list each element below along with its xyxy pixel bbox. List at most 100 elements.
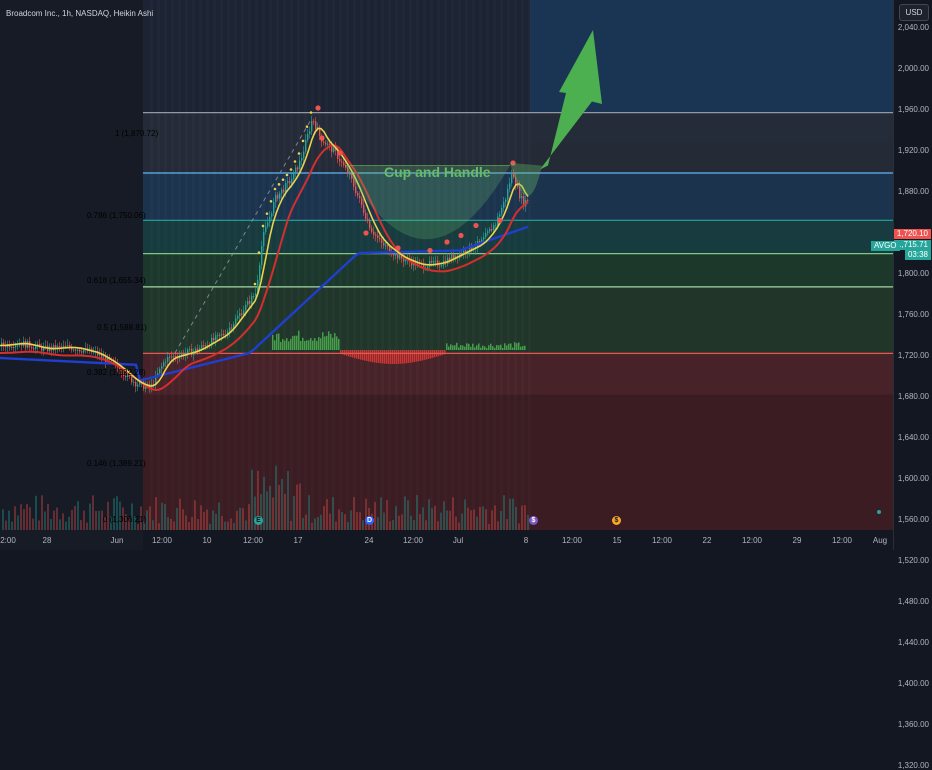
histogram-bar	[498, 345, 500, 350]
volume-bar	[413, 520, 415, 530]
volume-bar	[335, 521, 337, 530]
volume-bar	[422, 507, 424, 530]
volume-bar	[341, 511, 343, 530]
candle-body	[361, 198, 363, 205]
histogram-bar	[446, 343, 448, 350]
volume-bar	[47, 503, 49, 530]
volume-bar	[293, 495, 295, 530]
volume-bar	[155, 497, 157, 530]
volume-bar	[236, 510, 238, 530]
volume-bar	[218, 502, 220, 530]
symbol-title[interactable]: Broadcom Inc., 1h, NASDAQ, Heikin Ashi	[6, 9, 153, 18]
histogram-bar	[326, 335, 328, 350]
histogram-bar	[366, 350, 368, 362]
session-stripe	[528, 0, 531, 530]
currency-button[interactable]: USD	[899, 4, 929, 21]
earnings-event-icon[interactable]: E	[254, 516, 263, 525]
candle-body	[383, 242, 385, 246]
volume-bar	[14, 506, 16, 530]
price-tick: 2,000.00	[897, 64, 929, 73]
candle-body	[103, 356, 105, 358]
histogram-bar	[372, 350, 374, 363]
histogram-bar	[464, 346, 466, 350]
volume-bar	[281, 478, 283, 530]
signal-dot	[293, 160, 297, 163]
volume-bar	[35, 495, 37, 530]
time-tick: 8	[523, 536, 529, 545]
histogram-bar	[476, 345, 478, 350]
histogram-bar	[500, 344, 502, 350]
candle-body	[161, 366, 163, 369]
candle-body	[311, 121, 313, 132]
price-tick: 1,760.00	[897, 310, 929, 319]
histogram-bar	[278, 333, 280, 350]
candle-body	[11, 346, 13, 348]
signal-dot	[253, 282, 257, 286]
dividend-event-icon[interactable]: D	[365, 516, 374, 525]
time-tick: 2:00	[0, 536, 16, 545]
histogram-bar	[308, 340, 310, 350]
price-tick: 1,360.00	[897, 720, 929, 729]
histogram-bar	[286, 338, 288, 350]
price-axis[interactable]: USD 2,040.00 2,000.00 1,960.00 1,920.00 1,88…	[893, 0, 932, 770]
volume-bar	[326, 499, 328, 530]
candle-body	[309, 131, 311, 135]
candle-body	[167, 356, 169, 362]
split-event-icon[interactable]: $	[529, 516, 538, 525]
candle-body	[297, 167, 299, 170]
volume-bar	[80, 519, 82, 530]
session-stripe	[367, 0, 370, 530]
time-tick: 12:00	[151, 536, 173, 545]
volume-bar	[50, 518, 52, 530]
histogram-bar	[298, 330, 300, 350]
volume-bar	[521, 505, 523, 530]
volume-bar	[431, 508, 433, 530]
volume-bar	[389, 521, 391, 530]
candle-body	[507, 188, 509, 200]
volume-bar	[59, 519, 61, 530]
dividend-upcoming-icon[interactable]: $	[612, 516, 621, 525]
histogram-bar	[460, 345, 462, 350]
volume-bar	[473, 509, 475, 530]
candle-body	[273, 202, 275, 214]
volume-bar	[38, 520, 40, 530]
volume-bar	[434, 505, 436, 530]
candle-body	[355, 186, 357, 194]
volume-bar	[299, 483, 301, 530]
volume-bar	[446, 510, 448, 530]
candle-body	[81, 351, 83, 353]
histogram-bar	[496, 345, 498, 350]
volume-bar	[8, 510, 10, 530]
candle-body	[307, 134, 309, 140]
volume-bar	[17, 515, 19, 530]
candle-body	[247, 301, 249, 305]
candle-body	[245, 304, 247, 311]
price-tick: 1,960.00	[897, 105, 929, 114]
session-stripe	[507, 0, 510, 530]
volume-bar	[161, 502, 163, 530]
candle-body	[219, 334, 221, 336]
volume-bar	[275, 465, 277, 530]
session-stripe	[521, 0, 524, 530]
candle-body	[133, 381, 135, 383]
session-stripe	[500, 0, 503, 530]
volume-bar	[215, 513, 217, 530]
candle-body	[215, 335, 217, 341]
volume-bar	[428, 499, 430, 530]
candle-body	[13, 346, 15, 348]
candle-body	[261, 246, 263, 265]
histogram-bar	[398, 350, 400, 364]
volume-bar	[77, 501, 79, 530]
histogram-bar	[456, 342, 458, 350]
volume-bar	[392, 519, 394, 530]
volume-bar	[74, 505, 76, 530]
candle-body	[223, 334, 225, 336]
signal-dot-red	[473, 222, 479, 229]
histogram-bar	[408, 350, 410, 363]
candle-body	[303, 151, 305, 159]
volume-bar	[5, 520, 7, 530]
volume-bar	[41, 495, 43, 530]
candle-body	[275, 194, 277, 203]
volume-bar	[194, 500, 196, 530]
candle-body	[387, 245, 389, 247]
